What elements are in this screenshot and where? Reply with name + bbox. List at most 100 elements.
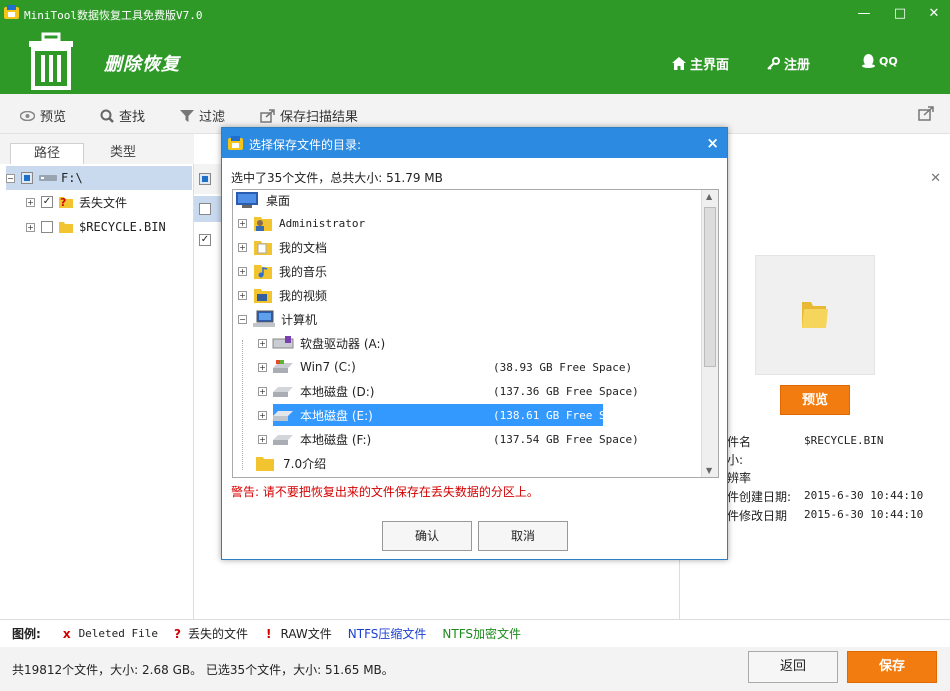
- tree-item-drive-c[interactable]: + Win7 (C:) (38.93 GB Free Space): [258, 355, 632, 379]
- preview-button[interactable]: 预览: [780, 385, 850, 415]
- expand-toggle[interactable]: +: [258, 386, 267, 396]
- path-tree: − F:\ + ✓ ? 丢失文件 + $RECYCLE.BIN: [0, 164, 194, 619]
- qq-link[interactable]: QQ: [862, 54, 898, 68]
- documents-folder-icon: [254, 241, 272, 255]
- tree-checkbox[interactable]: [41, 221, 53, 233]
- tree-scrollbar[interactable]: ▲ ▼: [701, 190, 718, 477]
- tree-item-drive-a[interactable]: + 软盘驱动器 (A:): [258, 331, 385, 355]
- scroll-down-icon[interactable]: ▼: [706, 466, 712, 475]
- legend-lost: 丢失的文件: [188, 627, 249, 641]
- export-icon: [260, 108, 275, 123]
- legend-raw: RAW文件: [280, 627, 332, 641]
- music-folder-icon: [254, 265, 272, 279]
- expand-toggle[interactable]: +: [238, 218, 247, 228]
- find-tool[interactable]: 查找: [100, 106, 145, 125]
- left-tabs: 路径 类型: [0, 134, 194, 165]
- warning-text: 警告: 请不要把恢复出来的文件保存在丢失数据的分区上。: [231, 485, 539, 499]
- expand-toggle[interactable]: +: [238, 242, 247, 252]
- filter-tool[interactable]: 过滤: [180, 106, 225, 125]
- drive-icon: [39, 175, 57, 181]
- raw-mark-icon: !: [266, 626, 272, 641]
- window-title: MiniTool数据恢复工具免费版V7.0: [24, 9, 203, 22]
- tree-item-drive-d[interactable]: + 本地磁盘 (D:) (137.36 GB Free Space): [258, 379, 639, 403]
- tree-row-lost-files[interactable]: + ✓ ? 丢失文件: [26, 190, 127, 214]
- home-icon: [672, 57, 686, 70]
- expand-toggle[interactable]: +: [258, 410, 267, 420]
- close-window-button[interactable]: ✕: [922, 4, 946, 24]
- expand-toggle[interactable]: +: [258, 338, 267, 348]
- tree-item-music[interactable]: + 我的音乐: [238, 259, 327, 283]
- property-row: 件名: [727, 433, 751, 451]
- tree-label: Administrator: [279, 216, 366, 230]
- expand-toggle[interactable]: +: [238, 290, 247, 300]
- tree-item-administrator[interactable]: + Administrator: [238, 211, 365, 235]
- list-item[interactable]: [194, 196, 222, 222]
- page-title: 删除恢复: [104, 54, 180, 75]
- hard-drive-icon: [273, 411, 293, 421]
- select-all-checkbox[interactable]: [199, 173, 211, 185]
- property-value: 2015-6-30 10:44:10: [804, 508, 924, 521]
- tree-label: 我的视频: [279, 288, 328, 303]
- tree-label: $RECYCLE.BIN: [79, 220, 166, 234]
- trash-icon: [29, 32, 73, 90]
- tree-label: 本地磁盘 (D:): [300, 384, 375, 399]
- tree-item-documents[interactable]: + 我的文档: [238, 235, 327, 259]
- property-row: 件修改日期: [727, 507, 787, 525]
- tree-item-desktop[interactable]: 桌面: [236, 190, 290, 212]
- scrollbar-thumb[interactable]: [704, 207, 716, 367]
- tree-row-root[interactable]: − F:\: [6, 166, 192, 190]
- search-icon: [100, 109, 114, 123]
- save-scan-tool[interactable]: 保存扫描结果: [260, 106, 358, 125]
- minimize-button[interactable]: —: [852, 4, 876, 24]
- tab-path[interactable]: 路径: [10, 143, 84, 165]
- dialog-title: 选择保存文件的目录:: [249, 138, 362, 152]
- scroll-up-icon[interactable]: ▲: [706, 192, 712, 201]
- tree-label: 计算机: [281, 312, 318, 327]
- home-label: 主界面: [690, 58, 730, 73]
- tab-type[interactable]: 类型: [86, 143, 160, 165]
- eye-icon: [20, 110, 35, 121]
- list-header-cell: [194, 164, 222, 194]
- back-button[interactable]: 返回: [748, 651, 838, 683]
- property-label: 件创建日期:: [727, 490, 792, 504]
- expand-toggle[interactable]: +: [258, 434, 267, 444]
- share-icon[interactable]: [918, 106, 934, 121]
- app-logo-icon: [4, 5, 19, 19]
- legend-ntfs-encrypted: NTFS加密文件: [442, 627, 522, 641]
- register-link[interactable]: 注册: [767, 54, 810, 73]
- tree-row-recycle-bin[interactable]: + $RECYCLE.BIN: [26, 215, 166, 239]
- tree-item-folder-intro[interactable]: 7.0介绍: [255, 451, 326, 475]
- home-link[interactable]: 主界面: [672, 54, 729, 73]
- tree-checkbox[interactable]: ✓: [41, 196, 53, 208]
- expand-toggle[interactable]: +: [258, 362, 267, 372]
- tree-checkbox[interactable]: [21, 172, 33, 184]
- cancel-button[interactable]: 取消: [478, 521, 568, 551]
- close-preview-icon[interactable]: ✕: [930, 171, 941, 186]
- expand-toggle[interactable]: +: [26, 222, 35, 232]
- collapse-toggle[interactable]: −: [6, 173, 15, 183]
- tree-item-drive-f[interactable]: + 本地磁盘 (F:) (137.54 GB Free Space): [258, 427, 639, 451]
- selection-summary: 选中了35个文件，总共大小: 51.79 MB: [231, 171, 443, 185]
- confirm-button[interactable]: 确认: [382, 521, 472, 551]
- save-button[interactable]: 保存: [847, 651, 937, 683]
- maximize-button[interactable]: □: [888, 4, 912, 24]
- folder-icon: [59, 222, 73, 233]
- property-label: 件名: [727, 435, 752, 449]
- row-checkbox[interactable]: [199, 203, 211, 215]
- tree-item-computer[interactable]: − 计算机: [238, 307, 317, 331]
- free-space: (38.93 GB Free Space): [493, 360, 633, 374]
- tree-item-drive-e[interactable]: + 本地磁盘 (E:) (138.61 GB Free Space): [258, 403, 639, 427]
- collapse-toggle[interactable]: −: [238, 314, 247, 324]
- tree-item-videos[interactable]: + 我的视频: [238, 283, 327, 307]
- row-checkbox[interactable]: ✓: [199, 234, 211, 246]
- expand-toggle[interactable]: +: [26, 197, 35, 207]
- expand-toggle[interactable]: +: [238, 266, 247, 276]
- tree-label: F:\: [61, 171, 83, 185]
- dialog-close-button[interactable]: ×: [706, 134, 719, 152]
- list-item[interactable]: ✓: [194, 228, 222, 254]
- legend-deleted: Deleted File: [78, 627, 159, 640]
- property-row: 辨率: [727, 469, 751, 487]
- lost-folder-icon: ?: [59, 196, 73, 209]
- preview-thumbnail: [755, 255, 875, 375]
- preview-tool[interactable]: 预览: [20, 106, 66, 125]
